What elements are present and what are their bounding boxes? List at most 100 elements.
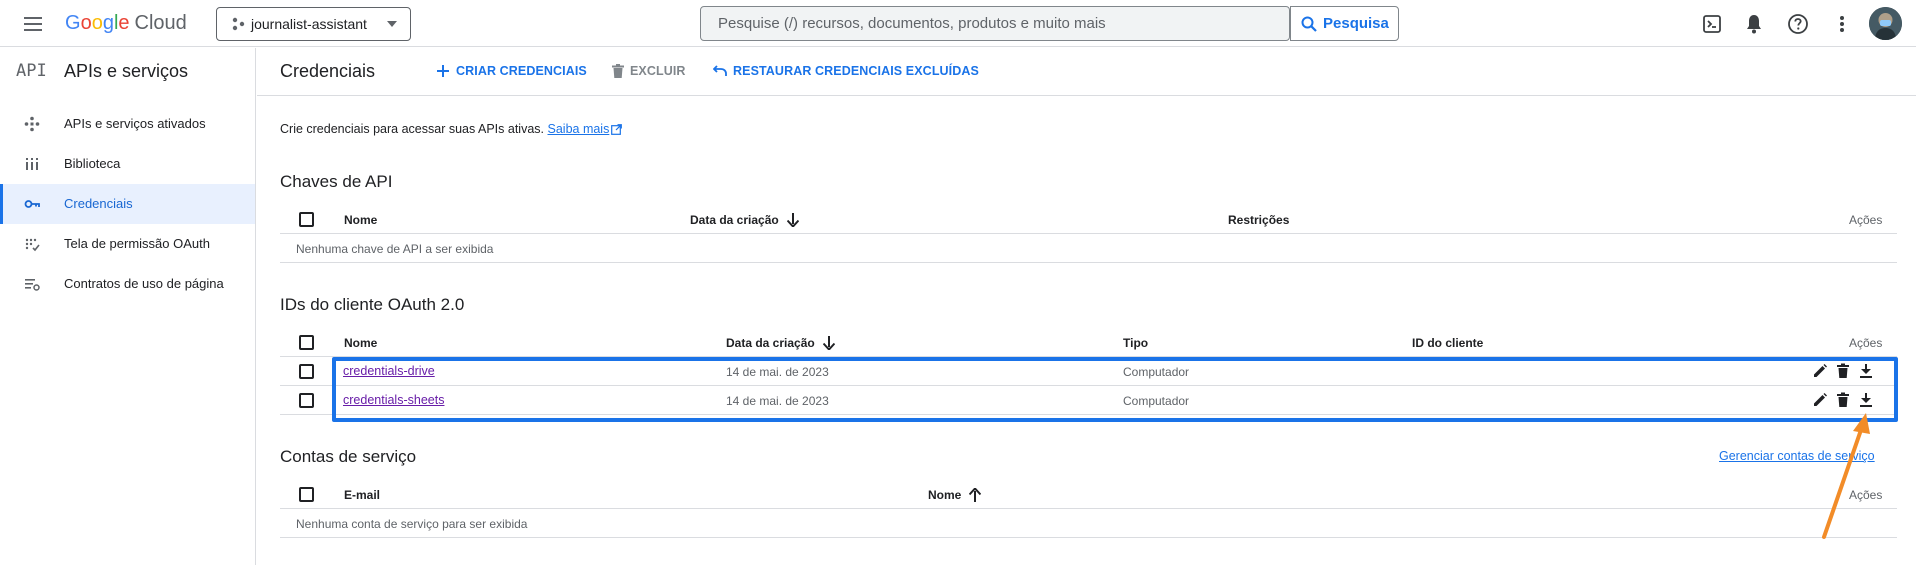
learn-more-link[interactable]: Saiba mais (548, 122, 623, 136)
column-header-creation-date[interactable]: Data da criação (726, 336, 835, 350)
edit-pencil-icon[interactable] (1812, 392, 1828, 408)
search-icon (1301, 16, 1317, 32)
oauth-section-title: IDs do cliente OAuth 2.0 (280, 295, 465, 314)
empty-state-text: Nenhuma conta de serviço para ser exibid… (296, 517, 528, 531)
service-accounts-section-title: Contas de serviço (280, 447, 417, 466)
sort-arrow-up-icon (969, 488, 982, 502)
intro-text: Crie credenciais para acessar suas APIs … (280, 122, 623, 136)
cloud-shell-icon[interactable] (1700, 12, 1724, 36)
page-title: Credenciais (280, 61, 376, 81)
search-button[interactable]: Pesquisa (1290, 6, 1399, 41)
oauth-consent-icon (25, 238, 40, 252)
search-box (700, 6, 1290, 41)
sidebar-title: APIs e serviços (64, 60, 189, 81)
type-cell: Computador (1123, 365, 1190, 379)
api-keys-table: Nome Data da criação Restrições Ações Ne… (280, 205, 1897, 264)
select-all-checkbox[interactable] (299, 212, 314, 227)
sidebar-item-enabled-apis[interactable]: APIs e serviços ativados (0, 104, 255, 144)
restore-credentials-label: RESTAURAR CREDENCIAIS EXCLUÍDAS (733, 64, 979, 78)
empty-state-row: Nenhuma conta de serviço para ser exibid… (280, 509, 1897, 538)
sort-arrow-down-icon (822, 336, 835, 350)
row-checkbox[interactable] (299, 393, 314, 408)
sidebar-item-label: Credenciais (64, 196, 133, 211)
creation-date-cell: 14 de mai. de 2023 (726, 394, 829, 408)
chevron-down-icon (387, 21, 397, 27)
column-header-label: Data da criação (690, 213, 779, 227)
column-header-actions: Ações (1849, 213, 1883, 227)
google-cloud-logo[interactable]: Google Cloud (65, 12, 187, 35)
creation-date-cell: 14 de mai. de 2023 (726, 365, 829, 379)
table-row: credentials-drive 14 de mai. de 2023 Com… (280, 357, 1897, 386)
column-header-email[interactable]: E-mail (344, 488, 380, 502)
select-all-checkbox[interactable] (299, 487, 314, 502)
sort-arrow-down-icon (786, 213, 799, 227)
key-icon (24, 200, 40, 208)
oauth-clients-table: Nome Data da criação Tipo ID do cliente … (280, 328, 1897, 416)
action-bar: Credenciais CRIAR CREDENCIAIS EXCLUIR RE… (257, 48, 1916, 96)
library-icon (26, 158, 38, 170)
delete-label: EXCLUIR (630, 64, 686, 78)
main-menu-icon[interactable] (22, 13, 44, 35)
sidebar-item-label: Tela de permissão OAuth (64, 236, 210, 251)
sidebar-header: API APIs e serviços (16, 60, 188, 82)
sidebar-item-library[interactable]: Biblioteca (0, 144, 255, 184)
column-header-actions: Ações (1849, 336, 1883, 350)
column-header-restrictions: Restrições (1228, 213, 1290, 227)
delete-trash-icon[interactable] (1835, 363, 1851, 379)
plus-icon (437, 65, 449, 77)
column-header-label: Data da criação (726, 336, 815, 350)
row-checkbox[interactable] (299, 364, 314, 379)
table-header: Nome Data da criação Restrições Ações (280, 205, 1897, 234)
column-header-name[interactable]: Nome (928, 488, 982, 502)
download-icon[interactable] (1858, 392, 1874, 408)
credential-name-link[interactable]: credentials-sheets (343, 393, 444, 407)
trash-icon (612, 64, 624, 78)
sidebar-item-page-agreements[interactable]: Contratos de uso de página (0, 264, 255, 304)
top-app-bar: Google Cloud journalist-assistant Pesquis… (0, 0, 1916, 47)
column-header-label: Nome (928, 488, 962, 502)
download-icon[interactable] (1858, 363, 1874, 379)
create-credentials-button[interactable]: CRIAR CREDENCIAIS (436, 64, 587, 78)
edit-pencil-icon[interactable] (1812, 363, 1828, 379)
sidebar-item-label: Biblioteca (64, 156, 121, 171)
select-all-checkbox[interactable] (299, 335, 314, 350)
more-options-vertical-icon[interactable] (1830, 12, 1854, 36)
search-input[interactable] (701, 7, 1289, 40)
empty-state-row: Nenhuma chave de API a ser exibida (280, 234, 1897, 263)
empty-state-text: Nenhuma chave de API a ser exibida (296, 242, 494, 256)
help-icon[interactable] (1786, 12, 1810, 36)
service-accounts-table: E-mail Nome Ações Nenhuma conta de servi… (280, 480, 1897, 539)
credential-name-link[interactable]: credentials-drive (343, 364, 435, 378)
column-header-creation-date[interactable]: Data da criação (690, 213, 799, 227)
project-hub-icon (232, 17, 245, 31)
project-name: journalist-assistant (251, 16, 367, 32)
search-button-label: Pesquisa (1323, 15, 1389, 32)
restore-credentials-button[interactable]: RESTAURAR CREDENCIAIS EXCLUÍDAS (713, 64, 979, 78)
api-keys-section-title: Chaves de API (280, 172, 393, 191)
type-cell: Computador (1123, 394, 1190, 408)
column-header-name[interactable]: Nome (344, 213, 377, 227)
column-header-name[interactable]: Nome (344, 336, 377, 350)
table-header: Nome Data da criação Tipo ID do cliente … (280, 328, 1897, 357)
column-header-client-id[interactable]: ID do cliente (1412, 336, 1483, 350)
intro-sentence: Crie credenciais para acessar suas APIs … (280, 122, 545, 136)
column-header-type[interactable]: Tipo (1123, 336, 1148, 350)
sidebar-item-label: APIs e serviços ativados (64, 116, 206, 131)
sidebar-item-oauth-consent[interactable]: Tela de permissão OAuth (0, 224, 255, 264)
table-header: E-mail Nome Ações (280, 480, 1897, 509)
project-picker[interactable]: journalist-assistant (216, 7, 411, 41)
table-row: credentials-sheets 14 de mai. de 2023 Co… (280, 386, 1897, 415)
account-avatar[interactable] (1869, 7, 1902, 40)
enabled-apis-icon (24, 116, 40, 132)
sidebar-item-credentials[interactable]: Credenciais (0, 184, 255, 224)
sidebar-item-label: Contratos de uso de página (64, 276, 224, 291)
manage-service-accounts-link[interactable]: Gerenciar contas de serviço (1719, 449, 1875, 463)
delete-button[interactable]: EXCLUIR (612, 64, 686, 78)
undo-icon (713, 65, 727, 76)
delete-trash-icon[interactable] (1835, 392, 1851, 408)
notifications-bell-icon[interactable] (1742, 12, 1766, 36)
column-header-actions: Ações (1849, 488, 1883, 502)
api-badge-icon: API (16, 61, 47, 81)
create-credentials-label: CRIAR CREDENCIAIS (456, 64, 587, 78)
sidebar: API APIs e serviços APIs e serviços ativ… (0, 48, 256, 565)
